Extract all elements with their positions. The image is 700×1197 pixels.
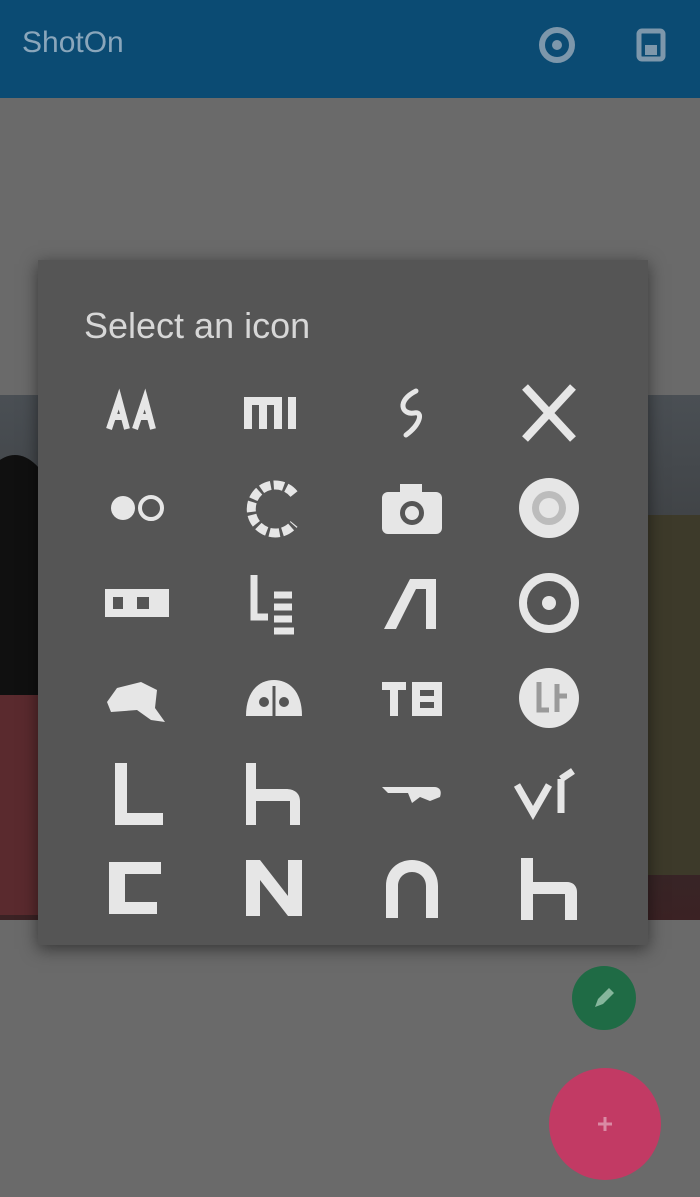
h-letter-icon[interactable] <box>206 745 344 840</box>
dialog-title: Select an icon <box>84 305 311 346</box>
badge-rect-icon[interactable] <box>68 555 206 650</box>
h-block-icon[interactable] <box>481 840 619 935</box>
target-ring-icon[interactable] <box>481 555 619 650</box>
vi-letters-icon[interactable] <box>481 745 619 840</box>
app-title: ShotOn <box>22 26 124 59</box>
add-fab-button[interactable] <box>549 1068 661 1180</box>
app-bar: ShotOn <box>0 0 700 98</box>
le-icon[interactable] <box>206 555 344 650</box>
n-letter-icon[interactable] <box>206 840 344 935</box>
l-letter-icon[interactable] <box>68 745 206 840</box>
x-icon[interactable] <box>481 365 619 460</box>
asus-icon[interactable] <box>68 365 206 460</box>
mi-icon[interactable] <box>206 365 344 460</box>
toggle-dots-icon[interactable] <box>68 460 206 555</box>
slash-a-icon[interactable] <box>343 555 481 650</box>
arch-icon[interactable] <box>343 840 481 935</box>
shutter-icon[interactable] <box>481 460 619 555</box>
cat-face-icon[interactable] <box>206 650 344 745</box>
globe-logo-icon[interactable] <box>481 650 619 745</box>
c-block-icon[interactable] <box>68 840 206 935</box>
save-icon[interactable] <box>628 22 674 68</box>
icon-grid <box>68 365 618 935</box>
yu-icon[interactable] <box>343 650 481 745</box>
settings-icon[interactable] <box>534 22 580 68</box>
camera-icon[interactable] <box>343 460 481 555</box>
plus-icon <box>598 1117 612 1131</box>
edit-fab-button[interactable] <box>572 966 636 1030</box>
wing-icon[interactable] <box>343 745 481 840</box>
icon-picker-dialog: Select an icon <box>38 260 648 945</box>
horse-icon[interactable] <box>68 650 206 745</box>
pencil-icon <box>595 988 614 1007</box>
swirl-icon[interactable] <box>343 365 481 460</box>
circle-arc-icon[interactable] <box>206 460 344 555</box>
